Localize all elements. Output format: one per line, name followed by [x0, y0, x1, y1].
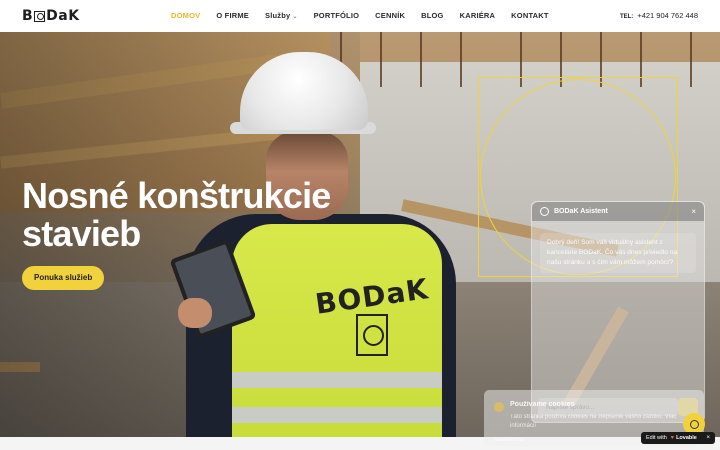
cookie-icon: [494, 402, 504, 412]
hero-title: Nosné konštrukcie stavieb: [22, 177, 382, 253]
site-header: B DaK DOMOV O FIRME Služby ⌄ PORTFÓLIO CE…: [0, 0, 720, 32]
cookie-text: Táto stránka používa cookies na zlepšeni…: [510, 414, 677, 429]
nav-item-domov[interactable]: DOMOV: [171, 11, 200, 20]
vest-stripe: [232, 372, 442, 388]
nav-item-o-firme[interactable]: O FIRME: [216, 11, 249, 20]
hard-hat: [240, 52, 368, 130]
cookie-settings-link[interactable]: Nastavenia: [494, 437, 524, 443]
logo-text: DaK: [46, 8, 80, 24]
chat-bubble-icon: [689, 419, 699, 429]
nav-item-kariera[interactable]: KARIÉRA: [460, 11, 496, 20]
logo-square-icon: [34, 10, 46, 22]
rebar: [690, 32, 692, 87]
hero-title-line1: Nosné konštrukcie: [22, 175, 331, 216]
phone-number: +421 904 762 448: [637, 11, 698, 20]
chat-header: BODaK Asistent ×: [532, 202, 704, 221]
vest-stripe: [232, 407, 442, 423]
nav-item-blog[interactable]: BLOG: [421, 11, 443, 20]
chat-bubble-icon: [540, 207, 549, 216]
chevron-down-icon: ⌄: [292, 14, 298, 20]
safety-vest: [232, 224, 442, 437]
phone-contact[interactable]: TEL: +421 904 762 448: [620, 11, 698, 20]
vest-badge-icon: [356, 314, 388, 356]
lovable-prefix: Edit with: [646, 435, 667, 441]
heart-icon: ♥: [670, 435, 675, 441]
nav-item-cennik[interactable]: CENNÍK: [375, 11, 405, 20]
hand: [178, 298, 212, 328]
main-nav: DOMOV O FIRME Služby ⌄ PORTFÓLIO CENNÍK B…: [171, 11, 565, 20]
chat-message: Dobrý deň! Som váš virtuálny asistent z …: [540, 233, 696, 273]
close-icon[interactable]: ×: [691, 207, 696, 216]
phone-label: TEL:: [619, 14, 634, 20]
cookie-title: Používame cookies: [510, 401, 575, 408]
logo-letter: B: [22, 8, 34, 24]
hero-title-line2: stavieb: [22, 213, 141, 254]
chat-title: BODaK Asistent: [554, 208, 608, 215]
logo[interactable]: B DaK: [22, 8, 80, 24]
close-icon[interactable]: ×: [706, 435, 710, 441]
lovable-badge[interactable]: Edit with ♥ Lovable ×: [641, 432, 715, 444]
nav-item-sluzby[interactable]: Služby ⌄: [265, 11, 298, 20]
nav-item-portfolio[interactable]: PORTFÓLIO: [314, 11, 360, 20]
nav-item-kontakt[interactable]: KONTAKT: [511, 11, 549, 20]
services-button[interactable]: Ponuka služieb: [22, 266, 105, 290]
lovable-brand: Lovable: [676, 435, 697, 441]
rebar: [460, 32, 462, 87]
nav-item-sluzby-label: Služby: [265, 11, 291, 20]
